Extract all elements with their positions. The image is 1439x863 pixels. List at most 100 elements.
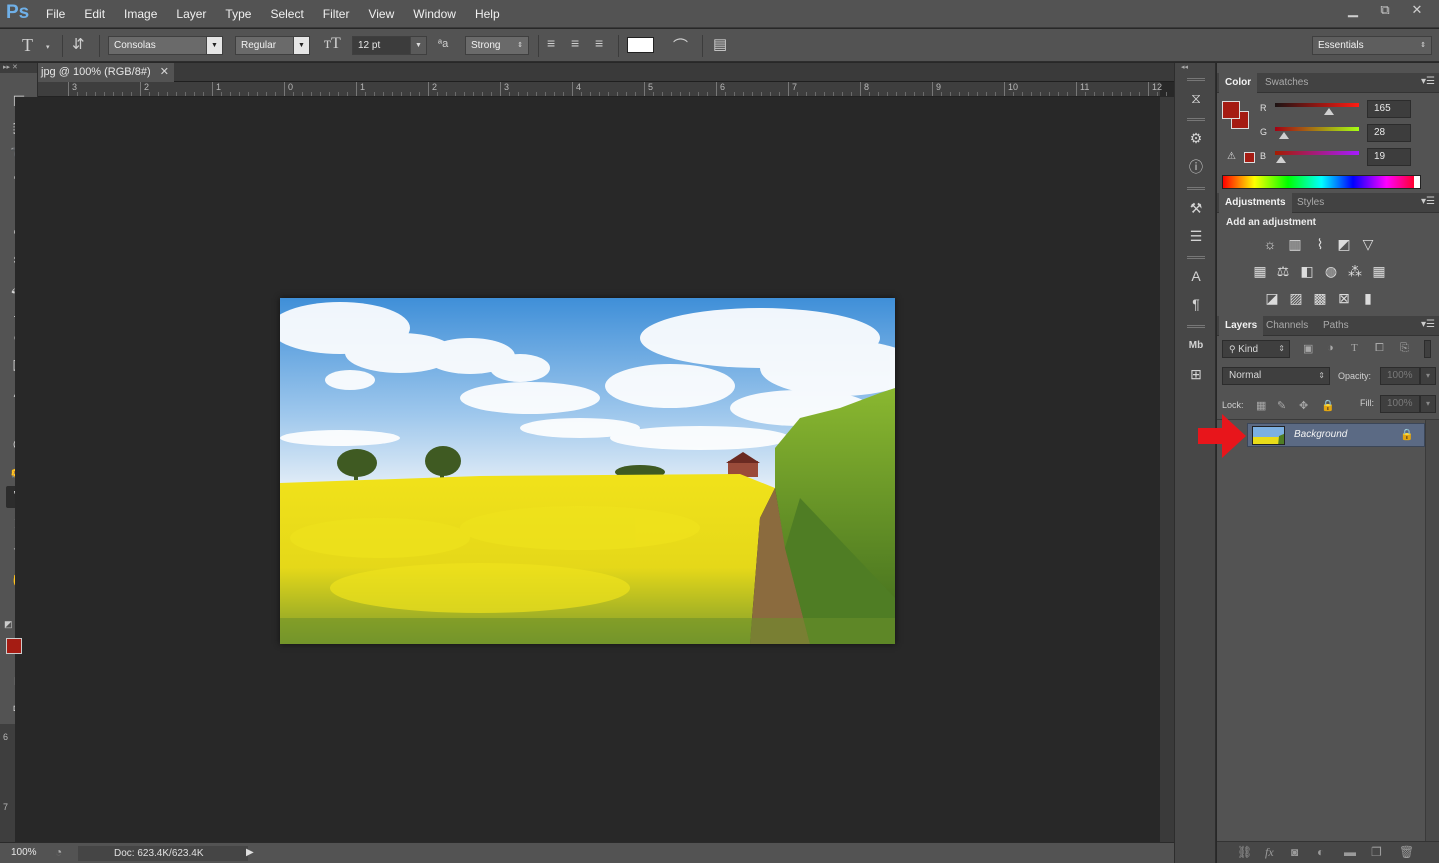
zoom-level[interactable]: 100% xyxy=(11,847,37,858)
menu-filter[interactable]: Filter xyxy=(323,7,350,21)
b-slider-thumb[interactable] xyxy=(1276,156,1287,163)
menu-edit[interactable]: Edit xyxy=(84,7,105,21)
filter-type-icon[interactable]: T xyxy=(1351,342,1358,354)
document-tab[interactable]: jpg @ 100% (RGB/8#) ✕ xyxy=(38,63,174,82)
menu-image[interactable]: Image xyxy=(124,7,157,21)
font-style-select[interactable]: Regular ▼ xyxy=(235,36,310,55)
layer-row[interactable]: Background 🔒 xyxy=(1247,423,1425,447)
menu-view[interactable]: View xyxy=(368,7,394,21)
character-panel-icon[interactable]: ▤ xyxy=(713,35,727,53)
panel-menu-icon[interactable]: ▾☰ xyxy=(1421,319,1435,330)
info-panel-icon[interactable]: ⓘ xyxy=(1185,156,1207,178)
b-slider[interactable] xyxy=(1275,151,1359,155)
minimize-icon[interactable]: ▁ xyxy=(1339,2,1367,20)
dock-collapse-icon[interactable]: ◂◂ xyxy=(1181,63,1188,71)
tab-paths[interactable]: Paths xyxy=(1317,316,1355,336)
filter-shape-icon[interactable]: ⧠ xyxy=(1375,342,1384,355)
link-layers-icon[interactable]: ⛓ xyxy=(1237,845,1252,859)
layer-name[interactable]: Background xyxy=(1294,429,1347,440)
photo-filter-icon[interactable]: ◍ xyxy=(1322,262,1340,280)
color-lookup-icon[interactable]: ▦ xyxy=(1370,262,1388,280)
menu-file[interactable]: File xyxy=(46,7,65,21)
tab-adjustments[interactable]: Adjustments xyxy=(1219,193,1292,213)
mini-bridge-icon[interactable]: Mb xyxy=(1185,335,1207,357)
text-color-swatch[interactable] xyxy=(627,37,654,53)
dock-grip[interactable] xyxy=(1187,325,1205,328)
threshold-icon[interactable]: ▩ xyxy=(1311,289,1329,307)
new-layer-icon[interactable]: ❐ xyxy=(1371,845,1382,859)
align-left-icon[interactable]: ≡ xyxy=(547,35,555,51)
restore-icon[interactable]: ⧉ xyxy=(1371,2,1399,20)
menu-layer[interactable]: Layer xyxy=(176,7,206,21)
menu-type[interactable]: Type xyxy=(225,7,251,21)
filter-smart-object-icon[interactable]: ⎘ xyxy=(1400,342,1409,355)
curves-icon[interactable]: ⌇ xyxy=(1311,235,1329,253)
panel-menu-icon[interactable]: ▾☰ xyxy=(1421,76,1435,87)
font-family-select[interactable]: Consolas ▼ xyxy=(108,36,223,55)
toggle-orientation-icon[interactable]: ⇵ xyxy=(72,35,85,53)
tools-panel-header[interactable]: ▸▸ ✕ xyxy=(0,63,37,73)
color-fg-swatch[interactable] xyxy=(1222,101,1240,119)
g-value-input[interactable]: 28 xyxy=(1367,124,1411,142)
font-size-select[interactable]: 12 pt ▼ xyxy=(352,36,427,55)
default-colors-icon[interactable]: ◩ xyxy=(4,619,13,630)
warp-text-icon[interactable]: ⌒ xyxy=(673,35,688,56)
dock-grip[interactable] xyxy=(1187,78,1205,81)
brush-presets-icon[interactable]: ⚒ xyxy=(1185,197,1207,219)
blend-mode-select[interactable]: Normal ⇕ xyxy=(1222,367,1330,385)
close-tab-icon[interactable]: ✕ xyxy=(160,63,169,82)
new-adjustment-layer-icon[interactable]: ◐ xyxy=(1317,845,1324,859)
tab-channels[interactable]: Channels xyxy=(1260,316,1314,336)
gamut-color-swatch[interactable] xyxy=(1244,152,1255,163)
type-tool-preset-icon[interactable]: T xyxy=(22,35,33,56)
b-value-input[interactable]: 19 xyxy=(1367,148,1411,166)
invert-icon[interactable]: ◪ xyxy=(1263,289,1281,307)
status-menu-arrow-icon[interactable]: ▶ xyxy=(246,847,254,858)
lock-transparent-icon[interactable]: ▦ xyxy=(1256,399,1266,412)
vertical-scrollbar[interactable] xyxy=(1160,97,1174,842)
delete-layer-icon[interactable]: 🗑 xyxy=(1399,845,1414,859)
panel-menu-icon[interactable]: ▾☰ xyxy=(1421,196,1435,207)
align-center-icon[interactable]: ≡ xyxy=(571,35,579,51)
tab-swatches[interactable]: Swatches xyxy=(1259,73,1314,93)
document-status-icon[interactable]: ◔ xyxy=(55,845,62,859)
menu-window[interactable]: Window xyxy=(413,7,456,21)
filter-toggle[interactable] xyxy=(1424,340,1431,358)
paragraph-panel-icon[interactable]: ¶ xyxy=(1185,293,1207,315)
filter-pixel-icon[interactable]: ▣ xyxy=(1303,342,1313,355)
properties-panel-icon[interactable]: ☰ xyxy=(1185,225,1207,247)
color-spectrum-ramp[interactable] xyxy=(1222,175,1421,189)
opacity-input[interactable]: 100% xyxy=(1380,367,1420,385)
menu-select[interactable]: Select xyxy=(270,7,303,21)
g-slider[interactable] xyxy=(1275,127,1359,131)
document-image[interactable] xyxy=(280,298,895,644)
r-value-input[interactable]: 165 xyxy=(1367,100,1411,118)
out-of-gamut-warning-icon[interactable]: ⚠ xyxy=(1227,151,1236,162)
selective-color-icon[interactable]: ⊠ xyxy=(1335,289,1353,307)
foreground-color-swatch[interactable] xyxy=(6,638,22,654)
lock-position-icon[interactable]: ✥ xyxy=(1299,399,1308,412)
actions-panel-icon[interactable]: ⚙ xyxy=(1185,127,1207,149)
lock-image-icon[interactable]: ✎ xyxy=(1277,399,1286,412)
layer-filter-kind-select[interactable]: ⚲ Kind ⇕ xyxy=(1222,340,1290,358)
add-mask-icon[interactable]: ◙ xyxy=(1291,845,1298,859)
gradient-map-icon[interactable]: ▮ xyxy=(1359,289,1377,307)
history-panel-icon[interactable]: ⧖ xyxy=(1185,87,1207,109)
close-icon[interactable]: ✕ xyxy=(1403,2,1431,20)
black-white-icon[interactable]: ◧ xyxy=(1298,262,1316,280)
fill-input[interactable]: 100% xyxy=(1380,395,1420,413)
levels-icon[interactable]: ▥ xyxy=(1286,235,1304,253)
dock-grip[interactable] xyxy=(1187,256,1205,259)
workspace-select[interactable]: Essentials ⇕ xyxy=(1312,36,1432,55)
g-slider-thumb[interactable] xyxy=(1279,132,1290,139)
filter-adjustment-icon[interactable]: ◑ xyxy=(1327,342,1334,354)
menu-help[interactable]: Help xyxy=(475,7,500,21)
tab-styles[interactable]: Styles xyxy=(1291,193,1330,213)
align-right-icon[interactable]: ≡ xyxy=(595,35,603,51)
r-slider[interactable] xyxy=(1275,103,1359,107)
character-panel-icon[interactable]: A xyxy=(1185,265,1207,287)
timeline-panel-icon[interactable]: ⊞ xyxy=(1185,363,1207,385)
exposure-icon[interactable]: ◩ xyxy=(1335,235,1353,253)
hue-saturation-icon[interactable]: ▦ xyxy=(1251,262,1269,280)
posterize-icon[interactable]: ▨ xyxy=(1287,289,1305,307)
